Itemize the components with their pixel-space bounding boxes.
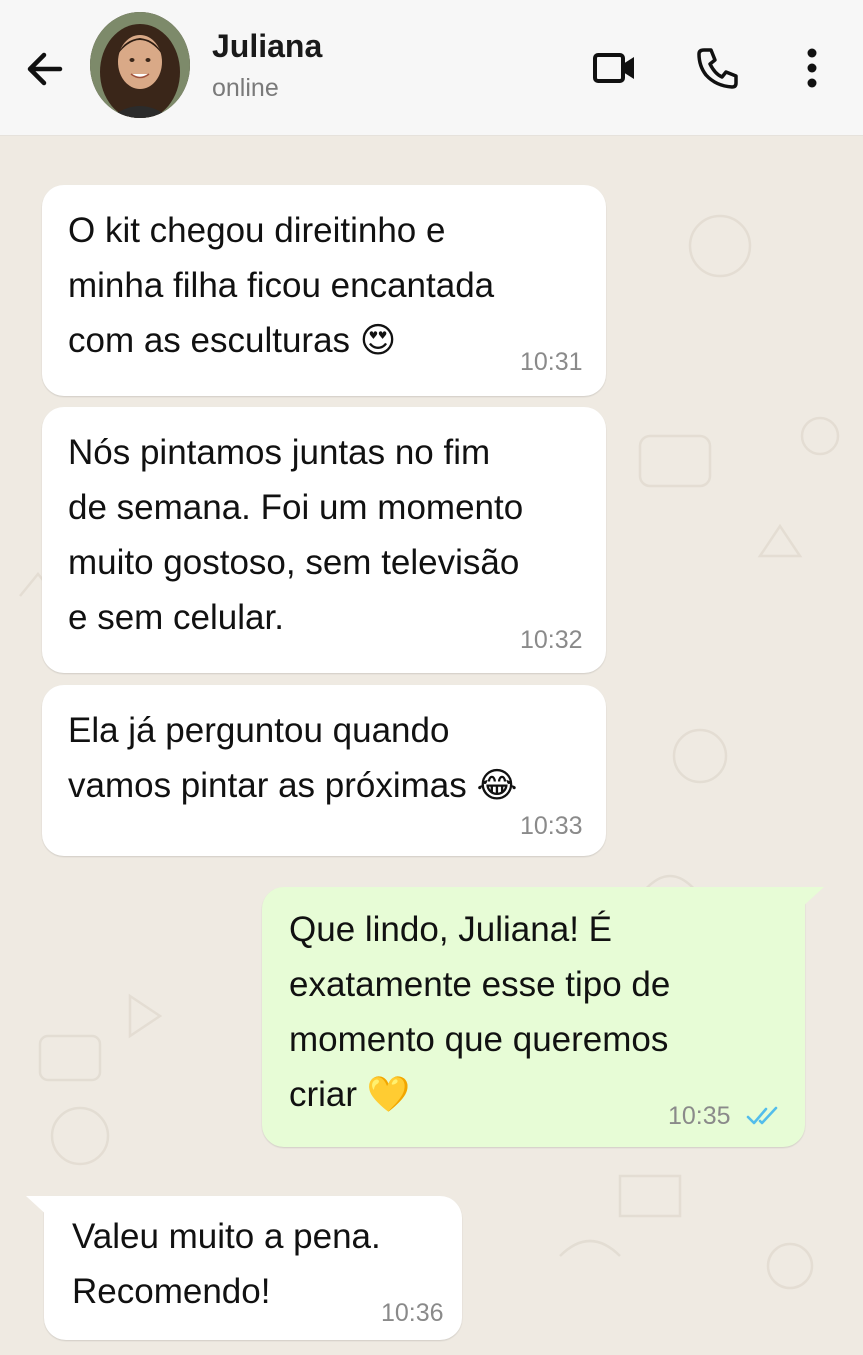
avatar[interactable] bbox=[90, 12, 190, 118]
message-time: 10:36 bbox=[381, 1299, 444, 1327]
message-bubble-incoming[interactable]: Ela já perguntou quando vamos pintar as … bbox=[42, 685, 606, 856]
message-time: 10:33 bbox=[520, 812, 583, 840]
message-time: 10:32 bbox=[520, 626, 583, 654]
message-text: Nós pintamos juntas no fim de semana. Fo… bbox=[68, 433, 524, 637]
message-time: 10:35 bbox=[668, 1102, 731, 1130]
bubble-tail-outgoing bbox=[800, 887, 824, 909]
double-check-icon bbox=[746, 1106, 778, 1125]
chat-header: Juliana online bbox=[0, 0, 863, 136]
contact-name[interactable]: Juliana bbox=[212, 28, 322, 65]
message-text: Valeu muito a pena. Recomendo! bbox=[72, 1217, 381, 1311]
bubble-tail-incoming bbox=[26, 1196, 50, 1218]
message-bubble-outgoing[interactable]: Que lindo, Juliana! É exatamente esse ti… bbox=[262, 887, 805, 1147]
message-text: O kit chegou direitinho e minha filha fi… bbox=[68, 211, 495, 360]
arrow-left-icon[interactable] bbox=[20, 44, 70, 94]
chat-area[interactable]: O kit chegou direitinho e minha filha fi… bbox=[0, 136, 863, 1355]
message-bubble-incoming[interactable]: Nós pintamos juntas no fim de semana. Fo… bbox=[42, 407, 606, 673]
phone-icon[interactable] bbox=[694, 44, 742, 92]
message-text: Que lindo, Juliana! É exatamente esse ti… bbox=[289, 910, 671, 1114]
message-bubble-incoming[interactable]: O kit chegou direitinho e minha filha fi… bbox=[42, 185, 606, 396]
contact-status: online bbox=[212, 74, 279, 102]
message-bubble-incoming[interactable]: Valeu muito a pena. Recomendo! 10:36 bbox=[44, 1196, 462, 1340]
more-vertical-icon[interactable] bbox=[798, 44, 826, 92]
video-camera-icon[interactable] bbox=[590, 46, 640, 90]
message-time: 10:31 bbox=[520, 348, 583, 376]
message-text: Ela já perguntou quando vamos pintar as … bbox=[68, 711, 518, 805]
